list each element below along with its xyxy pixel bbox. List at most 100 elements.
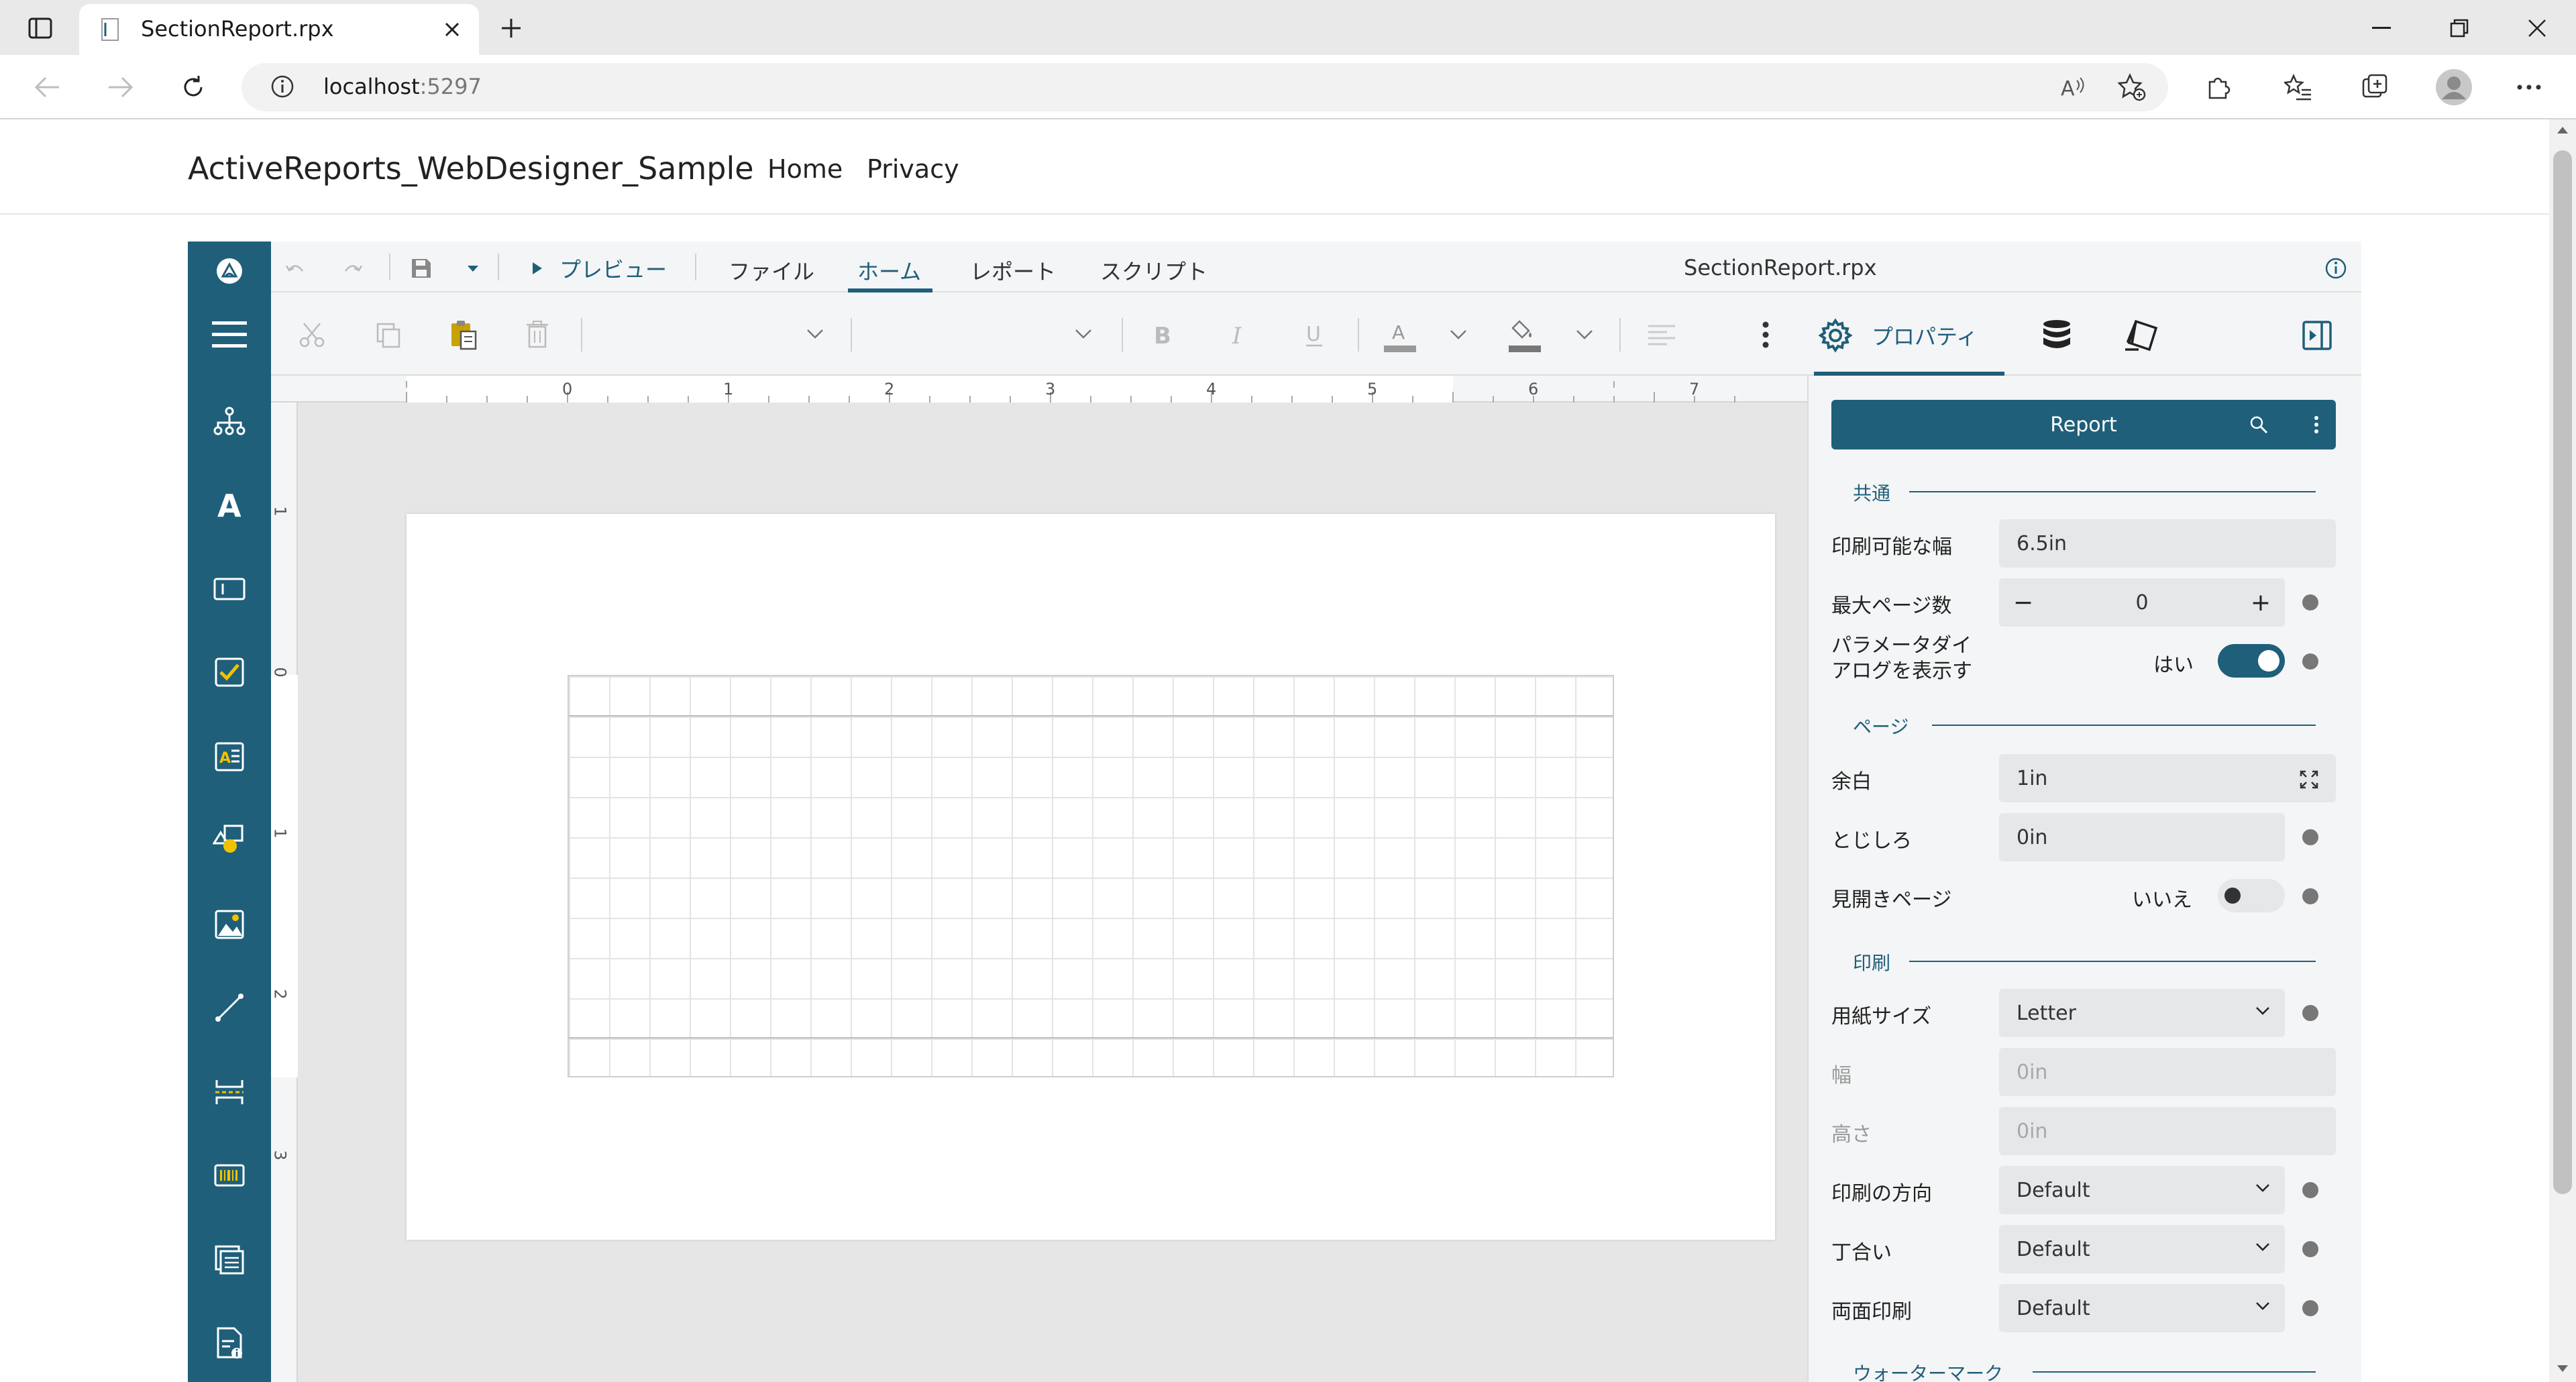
extensions-icon[interactable] bbox=[2200, 70, 2235, 105]
section-watermark-title: ウォーターマーク bbox=[1853, 1363, 2004, 1382]
menu-report[interactable]: レポート bbox=[970, 255, 1056, 286]
paper-size-select[interactable]: Letter bbox=[1999, 989, 2285, 1037]
expand-icon[interactable] bbox=[2296, 766, 2322, 793]
collections-icon[interactable] bbox=[2357, 70, 2392, 105]
add-favorite-icon[interactable] bbox=[2114, 70, 2149, 105]
property-reset-dot[interactable] bbox=[2302, 888, 2318, 904]
delete-icon[interactable] bbox=[521, 318, 554, 352]
scroll-up-icon[interactable] bbox=[2553, 121, 2572, 140]
property-reset-dot[interactable] bbox=[2302, 1182, 2318, 1198]
report-layers-icon[interactable] bbox=[2120, 315, 2163, 356]
scroll-down-icon[interactable] bbox=[2553, 1359, 2572, 1378]
nav-home-link[interactable]: Home bbox=[767, 154, 843, 184]
restore-icon[interactable] bbox=[2443, 12, 2475, 44]
more-options-icon[interactable] bbox=[2512, 70, 2546, 105]
report-design-surface[interactable] bbox=[568, 675, 1614, 1077]
decrement-button[interactable]: − bbox=[1999, 578, 2047, 627]
menu-script[interactable]: スクリプト bbox=[1100, 255, 1208, 286]
property-reset-dot[interactable] bbox=[2302, 829, 2318, 845]
report-explorer-icon[interactable] bbox=[209, 401, 250, 441]
paper-width-field[interactable]: 0in bbox=[1999, 1048, 2336, 1096]
menu-home[interactable]: ホーム bbox=[857, 255, 921, 286]
minimize-icon[interactable] bbox=[2365, 12, 2398, 44]
duplex-select[interactable]: Default bbox=[1999, 1284, 2285, 1332]
redo-icon[interactable] bbox=[339, 255, 366, 282]
font-color-dropdown-icon[interactable] bbox=[1446, 325, 1470, 345]
font-size-select[interactable] bbox=[859, 318, 1100, 352]
nav-privacy-link[interactable]: Privacy bbox=[867, 154, 959, 184]
textbox-tool-icon[interactable] bbox=[209, 569, 250, 609]
paste-icon[interactable] bbox=[445, 317, 482, 353]
property-reset-dot[interactable] bbox=[2302, 594, 2318, 610]
save-dropdown-icon[interactable] bbox=[463, 259, 483, 279]
fill-color-dropdown-icon[interactable] bbox=[1572, 325, 1597, 345]
hamburger-menu-icon[interactable] bbox=[208, 313, 251, 356]
subreport-tool-icon[interactable] bbox=[209, 1240, 250, 1280]
align-text-icon[interactable] bbox=[1645, 319, 1678, 350]
fill-color-icon[interactable] bbox=[1504, 315, 1546, 357]
richtext-tool-icon[interactable]: A bbox=[209, 737, 250, 777]
selected-object-bar[interactable]: Report bbox=[1831, 400, 2336, 449]
line-tool-icon[interactable] bbox=[209, 988, 250, 1028]
underline-icon[interactable]: U bbox=[1299, 319, 1330, 350]
page-footer-band-separator[interactable] bbox=[569, 1037, 1613, 1039]
object-menu-icon[interactable] bbox=[2305, 413, 2328, 436]
label-tool-icon[interactable]: A bbox=[209, 484, 250, 525]
close-tab-icon[interactable] bbox=[439, 16, 466, 43]
font-family-select[interactable] bbox=[590, 318, 832, 352]
cut-icon[interactable] bbox=[295, 318, 329, 352]
font-color-icon[interactable]: A bbox=[1379, 315, 1421, 357]
checkbox-tool-icon[interactable] bbox=[209, 652, 250, 692]
close-window-icon[interactable] bbox=[2521, 12, 2553, 44]
profile-avatar[interactable] bbox=[2432, 66, 2475, 109]
max-pages-value[interactable]: 0 bbox=[2047, 578, 2237, 627]
url-field[interactable] bbox=[241, 63, 2168, 111]
paper-height-field[interactable]: 0in bbox=[1999, 1107, 2336, 1155]
about-info-icon[interactable] bbox=[2321, 254, 2351, 283]
property-reset-dot[interactable] bbox=[2302, 1005, 2318, 1021]
orientation-select[interactable]: Default bbox=[1999, 1166, 2285, 1214]
reload-icon[interactable] bbox=[176, 70, 211, 105]
forward-icon[interactable] bbox=[103, 70, 138, 105]
reportinfo-tool-icon[interactable] bbox=[209, 1323, 250, 1363]
save-icon[interactable] bbox=[407, 254, 436, 283]
barcode-tool-icon[interactable] bbox=[209, 1155, 250, 1195]
property-reset-dot[interactable] bbox=[2302, 1241, 2318, 1257]
favorites-icon[interactable] bbox=[2281, 70, 2316, 105]
read-aloud-icon[interactable]: A bbox=[2055, 70, 2090, 105]
bold-icon[interactable]: B bbox=[1147, 319, 1178, 350]
pagebreak-tool-icon[interactable] bbox=[209, 1072, 250, 1112]
mirror-margins-toggle[interactable] bbox=[2218, 879, 2285, 912]
page-scrollbar-thumb[interactable] bbox=[2553, 150, 2572, 1194]
italic-icon[interactable]: I bbox=[1224, 319, 1254, 350]
undo-icon[interactable] bbox=[282, 255, 309, 282]
browser-tab[interactable]: SectionReport.rpx bbox=[79, 4, 479, 55]
url-host: localhost bbox=[323, 74, 420, 99]
data-sources-icon[interactable] bbox=[2037, 315, 2077, 356]
show-param-dialog-toggle[interactable] bbox=[2218, 644, 2285, 678]
toggle-panel-icon[interactable] bbox=[2297, 315, 2337, 356]
picture-tool-icon[interactable] bbox=[209, 904, 250, 945]
preview-button[interactable]: プレビュー bbox=[531, 254, 667, 283]
max-pages-stepper[interactable]: − 0 + bbox=[1999, 578, 2285, 627]
property-reset-dot[interactable] bbox=[2302, 1300, 2318, 1316]
printable-width-field[interactable]: 6.5in bbox=[1999, 519, 2336, 568]
gutter-field[interactable]: 0in bbox=[1999, 813, 2285, 861]
back-icon[interactable] bbox=[30, 70, 64, 105]
margins-field[interactable]: 1in bbox=[1999, 754, 2336, 802]
mirror-margins-label: 見開きページ bbox=[1831, 888, 1952, 912]
tab-properties[interactable]: プロパティ bbox=[1818, 315, 2003, 356]
search-icon[interactable] bbox=[2247, 413, 2270, 436]
shape-tool-icon[interactable] bbox=[209, 820, 250, 860]
collate-select[interactable]: Default bbox=[1999, 1225, 2285, 1273]
page-header-band-separator[interactable] bbox=[569, 715, 1613, 716]
menu-file[interactable]: ファイル bbox=[729, 255, 814, 286]
copy-icon[interactable] bbox=[372, 318, 405, 352]
more-tools-icon[interactable] bbox=[1752, 318, 1779, 352]
new-tab-button[interactable] bbox=[496, 13, 526, 43]
site-info-icon[interactable] bbox=[267, 71, 298, 102]
tab-actions-icon[interactable] bbox=[25, 13, 55, 43]
site-brand[interactable]: ActiveReports_WebDesigner_Sample bbox=[188, 150, 754, 187]
property-reset-dot[interactable] bbox=[2302, 653, 2318, 670]
increment-button[interactable]: + bbox=[2237, 578, 2285, 627]
